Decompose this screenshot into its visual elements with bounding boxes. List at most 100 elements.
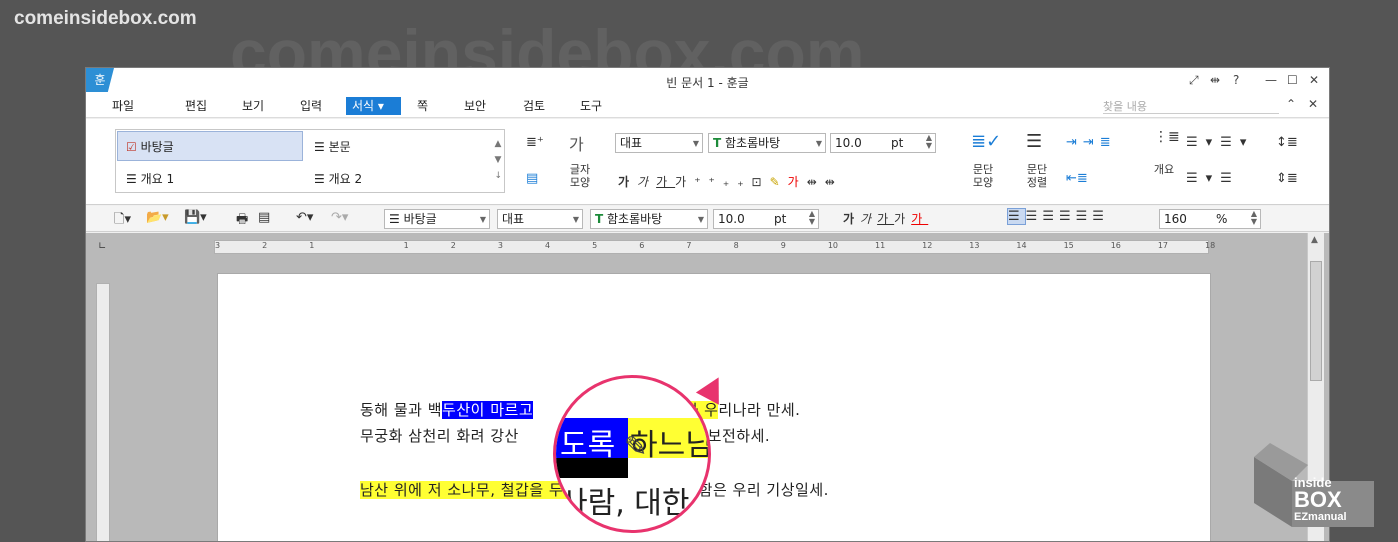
size-input-2[interactable]: 10.0 pt ▲ ▼ [713, 209, 819, 229]
style-select-value: 바탕글 [403, 212, 437, 226]
lang-select-2[interactable]: 대표 ▼ [497, 209, 583, 229]
bold-icon[interactable]: 가 [618, 175, 637, 189]
search-input[interactable]: 찾을 내용 [1103, 98, 1279, 114]
title-bar: 훈 빈 문서 1 - 훈글 ⤢ ⇹ ? — ☐ ✕ [86, 68, 1329, 94]
outdent-icon[interactable]: ⇤≣ [1066, 171, 1088, 186]
split-icon[interactable]: ⇹ [1210, 73, 1220, 87]
outline-list-icon[interactable]: ⋮≣ [1154, 129, 1180, 145]
style-item-outline2[interactable]: ☰ 개요 2 [314, 170, 362, 187]
font-color-icon[interactable]: 가 [911, 212, 928, 226]
underline-icon[interactable]: 가 [877, 212, 894, 226]
menu-tools[interactable]: 도구 [574, 97, 608, 115]
line-spacing-icon[interactable]: ↕≣ [1276, 135, 1298, 150]
font-type-icon: T [713, 136, 722, 150]
para-align-icon[interactable]: ☰ [1026, 131, 1042, 152]
dropdown-arrow-icon: ▼ [572, 215, 579, 224]
paragraph-icon: ☰ [314, 172, 325, 186]
document-page[interactable]: 동해 물과 백두산이 마르고 보우하사 우리나라 만세. 무궁화 삼천리 화려 … [217, 273, 1211, 541]
font-select[interactable]: T 함초롬바탕 ▼ [708, 133, 826, 153]
menu-page[interactable]: 쪽 [411, 97, 434, 115]
menu-insert[interactable]: 입력 [294, 97, 328, 115]
highlight-icon[interactable]: ✎ [770, 175, 788, 189]
para-shape-icon[interactable]: ≣✓ [971, 131, 1001, 152]
add-style-icon[interactable]: ≣⁺ [526, 135, 544, 150]
menu-security[interactable]: 보안 [458, 97, 492, 115]
style-item-body[interactable]: ☰ 본문 [314, 138, 351, 155]
close-doc-button[interactable]: ✕ [1308, 97, 1318, 111]
maximize-button[interactable]: ☐ [1287, 73, 1298, 87]
style-item-basic[interactable]: ☑ 바탕글 [126, 138, 174, 155]
open-folder-icon[interactable]: 📂▾ [146, 210, 169, 225]
char-shape-label[interactable]: 글자 모양 [566, 163, 594, 189]
spacing-icon[interactable]: ⇹⇹ [807, 175, 843, 189]
size-input[interactable]: 10.0 pt ▲ ▼ [830, 133, 936, 153]
menu-review[interactable]: 검토 [517, 97, 551, 115]
strike-icon[interactable]: 가 [675, 175, 694, 189]
style-manager-icon[interactable]: ▤ [526, 171, 538, 186]
outline-icon[interactable]: ⊡ [752, 175, 770, 189]
number-list-icons[interactable]: ☰▾☰ [1186, 171, 1240, 186]
italic-icon[interactable]: 가 [637, 175, 656, 189]
menu-edit[interactable]: 편집 [179, 97, 213, 115]
strike-icon[interactable]: 가 [894, 212, 911, 226]
align-center-icon[interactable]: ☰ [1042, 209, 1059, 224]
save-icon[interactable]: 💾▾ [184, 210, 207, 225]
align-justify-icon[interactable]: ☰ [1007, 208, 1026, 225]
style-gallery[interactable]: ☑ 바탕글 ☰ 본문 ☰ 개요 1 ☰ 개요 2 ▲ ▼ ↓ [115, 129, 505, 193]
underline-icon[interactable]: 가 [656, 175, 675, 189]
fullscreen-icon[interactable]: ⤢ [1189, 73, 1199, 88]
para-spacing-icon[interactable]: ⇕≣ [1276, 171, 1298, 186]
scroll-thumb[interactable] [1310, 261, 1322, 381]
font-select-2-value: 함초롬바탕 [607, 212, 663, 226]
zoom-input[interactable]: 160% ▲ ▼ [1159, 209, 1261, 229]
horizontal-ruler[interactable]: 3 2 1 1 2 3 4 5 6 7 8 9 10 11 12 13 14 15 16 17 18 [214, 240, 1215, 254]
spin-icon[interactable]: ▲ ▼ [926, 134, 932, 150]
style-select[interactable]: ☰ 바탕글 ▼ [384, 209, 490, 229]
italic-icon[interactable]: 가 [860, 212, 877, 226]
zoom-spin-icon[interactable]: ▲ ▼ [1251, 210, 1257, 226]
font-select-2[interactable]: T 함초롬바탕 ▼ [590, 209, 708, 229]
vertical-ruler[interactable] [96, 283, 110, 541]
size-2-unit: pt [774, 212, 787, 226]
close-button[interactable]: ✕ [1309, 73, 1319, 87]
subscript-icon[interactable]: ₊₊ [723, 175, 752, 189]
superscript-icon[interactable]: ⁺⁺ [694, 175, 723, 189]
ruler-tick-label: 2 [262, 241, 268, 250]
align-right-icon[interactable]: ☰ [1059, 209, 1076, 224]
new-file-icon[interactable]: 🗋▾ [114, 210, 131, 232]
redo-icon[interactable]: ↷▾ [331, 210, 348, 225]
dropdown-arrow-icon: ▼ [697, 215, 704, 224]
scroll-up-icon[interactable]: ▲ [1311, 235, 1318, 245]
help-button[interactable]: ? [1233, 73, 1239, 87]
bold-icon[interactable]: 가 [843, 212, 860, 226]
minimize-button[interactable]: — [1265, 73, 1277, 87]
print-icon[interactable]: 🖶 [236, 210, 248, 232]
ruler-corner-icon[interactable]: ∟ [98, 241, 106, 252]
lang-select[interactable]: 대표 ▼ [615, 133, 703, 153]
style-item-outline1[interactable]: ☰ 개요 1 [126, 170, 174, 187]
spin-icon[interactable]: ▲ ▼ [809, 210, 815, 226]
undo-icon[interactable]: ↶▾ [296, 210, 313, 225]
outline-label[interactable]: 개요 [1150, 163, 1178, 176]
align-split-icon[interactable]: ☰ [1092, 209, 1109, 224]
para-shape-label[interactable]: 문단 모양 [968, 163, 998, 189]
menu-file[interactable]: 파일 [106, 97, 140, 115]
menu-format[interactable]: 서식 ▾ [346, 97, 401, 115]
preview-icon[interactable]: ▤ [258, 210, 270, 225]
lang-select-value: 대표 [620, 136, 643, 150]
collapse-ribbon-icon[interactable]: ⌃ [1286, 97, 1296, 111]
size-2-value: 10.0 [718, 212, 745, 226]
mag-text-blue: 도록 [560, 428, 616, 463]
align-left-icon[interactable]: ☰ [1026, 209, 1043, 224]
size-unit: pt [891, 136, 904, 150]
indent-icons[interactable]: ⇥⇥≣ [1066, 135, 1117, 150]
bullet-list-icons[interactable]: ☰▾☰▾ [1186, 135, 1254, 150]
menu-view[interactable]: 보기 [236, 97, 270, 115]
char-shape-icon[interactable]: 가 [569, 131, 584, 155]
ruler-tick-label: 1 [403, 241, 409, 250]
font-color-icon[interactable]: 가 [788, 175, 807, 189]
align-distribute-icon[interactable]: ☰ [1076, 209, 1093, 224]
gallery-scroll-icon[interactable]: ▲ ▼ ↓ [494, 136, 502, 184]
brand-logo: inside BOX EZmanual [1246, 443, 1378, 529]
para-align-label[interactable]: 문단 정렬 [1022, 163, 1052, 189]
